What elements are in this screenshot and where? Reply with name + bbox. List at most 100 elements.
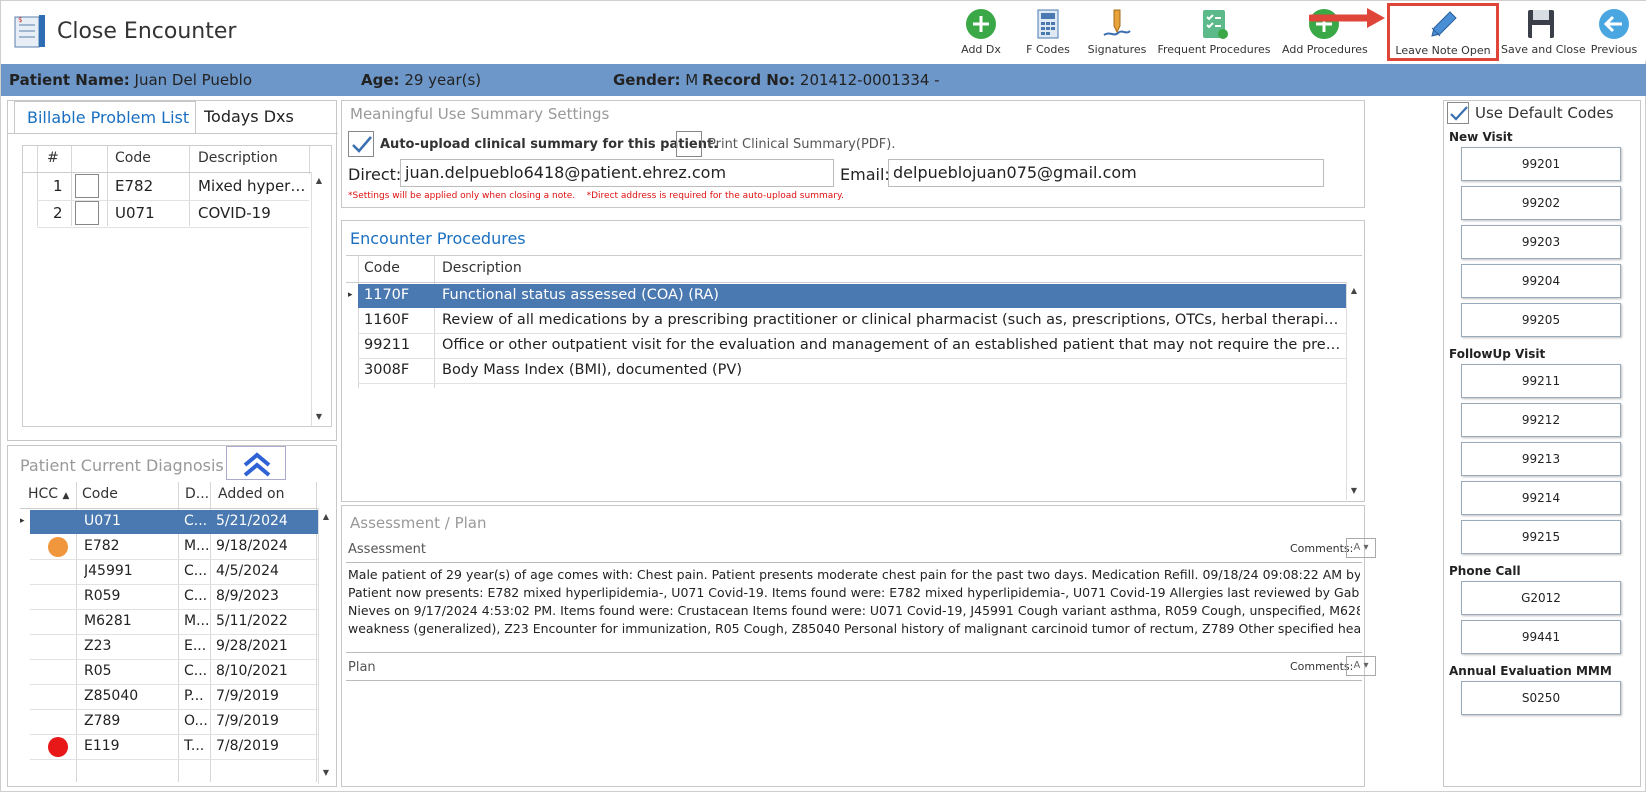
col-added-on: Added on bbox=[218, 486, 285, 502]
code-button-99203[interactable]: 99203 bbox=[1461, 225, 1621, 259]
add-dx-button[interactable]: Add Dx bbox=[956, 7, 1006, 61]
diagnosis-scrollbar[interactable]: ▲ ▼ bbox=[318, 508, 332, 784]
assessment-line: Patient now presents: E782 mixed hyperli… bbox=[348, 585, 1360, 600]
scroll-up-icon[interactable]: ▲ bbox=[319, 510, 333, 524]
leave-note-open-label: Leave Note Open bbox=[1395, 44, 1491, 57]
diagnosis-added-on: 8/9/2023 bbox=[216, 588, 279, 604]
procedure-code: 1160F bbox=[364, 312, 410, 328]
use-default-codes-label: Use Default Codes bbox=[1475, 104, 1614, 122]
procedure-code: 3008F bbox=[364, 362, 410, 378]
col-code: Code bbox=[115, 150, 151, 166]
problem-row-description: Mixed hyperli... bbox=[198, 177, 308, 195]
code-button-99204[interactable]: 99204 bbox=[1461, 264, 1621, 298]
diagnosis-description: C... bbox=[184, 563, 208, 579]
collapse-button[interactable] bbox=[226, 446, 286, 480]
diagnosis-added-on: 7/9/2019 bbox=[216, 688, 279, 704]
diagnosis-code: M6281 bbox=[84, 613, 132, 629]
patient-gender-field: Gender: M bbox=[613, 71, 698, 89]
diagnosis-added-on: 7/8/2019 bbox=[216, 738, 279, 754]
scroll-down-icon[interactable]: ▼ bbox=[312, 410, 326, 424]
code-group-label: Phone Call bbox=[1449, 564, 1521, 578]
assessment-label: Assessment bbox=[348, 542, 426, 557]
hcc-indicator-icon bbox=[48, 537, 68, 557]
code-button-99212[interactable]: 99212 bbox=[1461, 403, 1621, 437]
problem-row-code: U071 bbox=[115, 204, 155, 222]
diagnosis-added-on: 8/10/2021 bbox=[216, 663, 288, 679]
problem-list-scrollbar[interactable]: ▲ ▼ bbox=[311, 172, 325, 426]
procedure-row[interactable]: 3008F Body Mass Index (BMI), documented (… bbox=[358, 359, 1346, 384]
procedures-grid: Code Description 1170F Functional status … bbox=[346, 255, 1362, 501]
f-codes-label: F Codes bbox=[1026, 43, 1070, 56]
diagnosis-row[interactable]: U071 C... 5/21/2024 bbox=[30, 510, 318, 534]
procedure-row[interactable]: 99211 Office or other outpatient visit fo… bbox=[358, 334, 1346, 359]
patient-record-label: Record No: bbox=[702, 71, 796, 89]
row-indicator-icon: ▸ bbox=[20, 516, 25, 526]
procedure-description: Review of all medications by a prescribi… bbox=[442, 312, 1342, 328]
diagnosis-code: Z23 bbox=[84, 638, 112, 654]
patient-name: Juan Del Pueblo bbox=[134, 71, 253, 89]
assessment-line: Male patient of 29 year(s) of age comes … bbox=[348, 567, 1360, 582]
scroll-down-icon[interactable]: ▼ bbox=[1347, 484, 1361, 498]
previous-label: Previous bbox=[1590, 43, 1638, 56]
signatures-button[interactable]: Signatures bbox=[1085, 7, 1149, 61]
diagnosis-row[interactable]: R059 C... 8/9/2023 bbox=[30, 585, 318, 610]
assessment-text-area[interactable]: Male patient of 29 year(s) of age comes … bbox=[348, 566, 1360, 650]
code-button-99201[interactable]: 99201 bbox=[1461, 147, 1621, 181]
scroll-up-icon[interactable]: ▲ bbox=[312, 174, 326, 188]
pencil-icon bbox=[1431, 11, 1457, 37]
plan-comments-dropdown[interactable]: A ▾ bbox=[1346, 656, 1376, 676]
svg-text:$: $ bbox=[18, 16, 22, 24]
frequent-procedures-button[interactable]: Frequent Procedures bbox=[1157, 7, 1271, 61]
code-button-99214[interactable]: 99214 bbox=[1461, 481, 1621, 515]
tab-billable-problem-list[interactable]: Billable Problem List bbox=[14, 101, 196, 133]
col-hcc[interactable]: HCC ▲ bbox=[28, 486, 69, 502]
diagnosis-added-on: 4/5/2024 bbox=[216, 563, 279, 579]
email-input[interactable]: delpueblojuan075@gmail.com bbox=[888, 159, 1324, 187]
problem-row[interactable]: 1 E782 Mixed hyperli... bbox=[23, 174, 309, 201]
procedure-row[interactable]: 1170F Functional status assessed (COA) (R… bbox=[358, 284, 1346, 308]
diagnosis-row[interactable]: E782 M... 9/18/2024 bbox=[30, 535, 318, 560]
diagnosis-row[interactable]: R05 C... 8/10/2021 bbox=[30, 660, 318, 685]
code-button-S0250[interactable]: S0250 bbox=[1461, 681, 1621, 715]
code-button-99205[interactable]: 99205 bbox=[1461, 303, 1621, 337]
code-button-G2012[interactable]: G2012 bbox=[1461, 581, 1621, 615]
use-default-codes-checkbox[interactable] bbox=[1447, 102, 1469, 124]
code-button-99202[interactable]: 99202 bbox=[1461, 186, 1621, 220]
diagnosis-row[interactable]: E119 T... 7/8/2019 bbox=[30, 735, 318, 760]
code-button-99213[interactable]: 99213 bbox=[1461, 442, 1621, 476]
print-summary-label: Print Clinical Summary(PDF). bbox=[708, 137, 896, 152]
assessment-comments-dropdown[interactable]: A ▾ bbox=[1346, 538, 1376, 558]
diagnosis-code: R05 bbox=[84, 663, 112, 679]
checkmark-icon bbox=[1450, 106, 1468, 121]
scroll-up-icon[interactable]: ▲ bbox=[1347, 284, 1361, 298]
diagnosis-description: M... bbox=[184, 538, 210, 554]
problem-row[interactable]: 2 U071 COVID-19 bbox=[23, 201, 309, 228]
save-and-close-button[interactable]: Save and Close bbox=[1501, 7, 1586, 61]
problem-row-checkbox[interactable] bbox=[75, 174, 99, 198]
direct-address-input[interactable]: juan.delpueblo6418@patient.ehrez.com bbox=[400, 159, 834, 187]
problem-row-checkbox[interactable] bbox=[75, 201, 99, 225]
diagnosis-row[interactable]: Z23 E... 9/28/2021 bbox=[30, 635, 318, 660]
previous-button[interactable]: Previous bbox=[1589, 7, 1639, 61]
assessment-comments-label: Comments: bbox=[1290, 542, 1354, 555]
scroll-down-icon[interactable]: ▼ bbox=[319, 766, 333, 780]
code-button-99441[interactable]: 99441 bbox=[1461, 620, 1621, 654]
diagnosis-row[interactable]: M6281 M... 5/11/2022 bbox=[30, 610, 318, 635]
plan-text-area[interactable] bbox=[348, 684, 1360, 782]
tab-todays-dxs[interactable]: Todays Dxs bbox=[204, 107, 294, 126]
annotation-arrow-icon bbox=[1309, 8, 1385, 28]
procedure-description: Body Mass Index (BMI), documented (PV) bbox=[442, 362, 742, 378]
problem-list-grid: # Code Description 1 E782 Mixed hyperli...… bbox=[22, 145, 332, 427]
code-button-99215[interactable]: 99215 bbox=[1461, 520, 1621, 554]
print-summary-checkbox[interactable] bbox=[676, 131, 702, 157]
leave-note-open-button[interactable]: Leave Note Open bbox=[1387, 3, 1499, 61]
diagnosis-row[interactable]: J45991 C... 4/5/2024 bbox=[30, 560, 318, 585]
diagnosis-row[interactable]: Z85040 P... 7/9/2019 bbox=[30, 685, 318, 710]
auto-upload-checkbox[interactable] bbox=[348, 131, 374, 157]
procedure-row[interactable]: 1160F Review of all medications by a pres… bbox=[358, 309, 1346, 334]
diagnosis-row[interactable]: Z789 O... 7/9/2019 bbox=[30, 710, 318, 735]
f-codes-button[interactable]: F Codes bbox=[1021, 7, 1075, 61]
code-button-99211[interactable]: 99211 bbox=[1461, 364, 1621, 398]
patient-name-label: Patient Name: bbox=[9, 71, 130, 89]
procedures-scrollbar[interactable]: ▲ ▼ bbox=[1346, 282, 1360, 500]
